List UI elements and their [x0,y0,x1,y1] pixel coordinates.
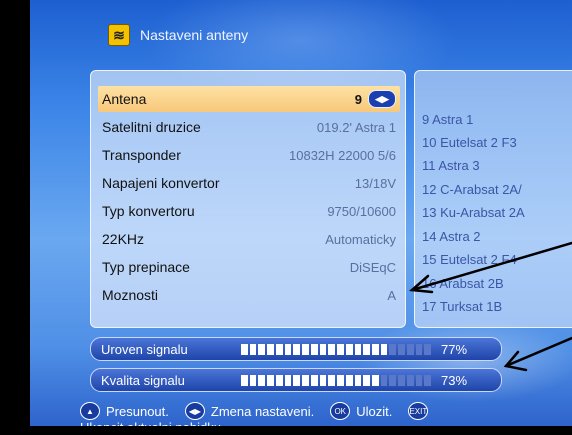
setting-label: Satelitni druzice [102,119,201,135]
satellite-list-item[interactable]: 16 Arabsat 2B [422,276,504,291]
setting-row-22khz[interactable]: 22KHz Automaticky [98,226,400,252]
setting-label: Moznosti [102,287,159,303]
signal-segment [363,343,371,355]
signal-segment [293,374,301,386]
signal-quality-value: 73% [441,372,468,388]
signal-segment [363,374,371,386]
signal-segment [293,343,301,355]
signal-segment [241,374,248,386]
setting-value: 9750/10600 [327,203,396,219]
signal-segment [415,343,423,355]
signal-segment [249,374,257,386]
footer-change-label: Zmena nastaveni. [210,403,315,419]
setting-row-options[interactable]: Moznosti A [98,282,400,308]
satellite-list-item[interactable]: 10 Eutelsat 2 F3 [422,135,517,150]
setting-value: 9 ◀▶ [355,90,400,108]
signal-quality-meter [241,374,432,386]
signal-segment [424,374,432,386]
satellite-list-item[interactable]: 14 Astra 2 [422,229,481,244]
setting-value: 019.2' Astra 1 [316,119,396,135]
signal-segment [389,343,397,355]
signal-quality-label: Kvalita signalu [101,372,185,388]
signal-segment [267,343,274,355]
setting-row-antena[interactable]: Antena 9 ◀▶ [98,86,400,112]
signal-segment [380,374,388,386]
signal-segment [354,343,362,355]
signal-segment [275,374,283,386]
footer-move-label: Presunout. [106,403,169,419]
signal-segment [345,343,353,355]
setting-label: Antena [102,91,147,107]
signal-segment [406,343,414,355]
setting-row-transponder[interactable]: Transponder 10832H 22000 5/6 [98,142,400,168]
signal-segment [337,343,344,355]
signal-segment [398,343,405,355]
signal-segment [389,374,397,386]
setting-label: Napajeni konvertor [102,175,220,191]
satellite-list-item[interactable]: 13 Ku-Arabsat 2A [422,205,525,220]
move-arrows-icon: ▲ [80,402,100,420]
signal-segment [319,374,327,386]
signal-segment [406,374,414,386]
signal-segment [284,343,292,355]
signal-segment [302,343,309,355]
signal-segment [345,374,353,386]
signal-segment [319,343,327,355]
setting-label: Typ prepinace [102,259,190,275]
left-right-icon: ◀▶ [184,402,205,420]
signal-level-meter [241,343,432,355]
screen-bezel [0,0,30,435]
satellite-list-item[interactable]: 11 Astra 3 [422,158,480,173]
setting-row-satellite[interactable]: Satelitni druzice 019.2' Astra 1 [98,114,400,140]
signal-segment [398,374,405,386]
satellite-list-item[interactable]: 9 Astra 1 [422,112,473,127]
signal-level-value: 77% [441,341,468,357]
footer-save-label: Ulozit. [356,403,393,419]
signal-segment [241,343,248,355]
signal-segment [337,374,344,386]
signal-segment [249,343,257,355]
signal-segment [258,343,266,355]
footer-legend: ▲ Presunout. ◀▶ Zmena nastaveni. OK Uloz… [80,400,429,422]
page-header: ≋ Nastaveni anteny [108,22,248,48]
signal-segment [328,374,336,386]
signal-segment [415,374,423,386]
signal-level-label: Uroven signalu [101,341,188,357]
signal-level-bar: Uroven signalu 77% [90,337,502,361]
signal-quality-bar: Kvalita signalu 73% [90,368,502,392]
setting-row-lnb-power[interactable]: Napajeni konvertor 13/18V [98,170,400,196]
signal-segment [258,374,266,386]
signal-segment [354,374,362,386]
signal-segment [302,374,309,386]
antenna-settings-icon: ≋ [108,24,130,46]
left-right-icon: ◀▶ [368,90,396,108]
setting-value: DiSEqC [349,259,396,275]
setting-label: 22KHz [102,231,145,247]
signal-segment [275,343,283,355]
setting-value: A [387,287,396,303]
exit-button-icon: EXIT [408,402,429,420]
setting-value: 13/18V [354,175,396,191]
satellite-list-item[interactable]: 17 Turksat 1B [422,299,502,314]
page-title: Nastaveni anteny [140,27,249,43]
signal-segment [372,374,379,386]
signal-segment [310,343,318,355]
setting-label: Typ konvertoru [102,203,195,219]
signal-segment [284,374,292,386]
signal-segment [310,374,318,386]
setting-value: Automaticky [325,231,396,247]
setting-row-lnb-type[interactable]: Typ konvertoru 9750/10600 [98,198,400,224]
signal-segment [372,343,379,355]
setting-label: Transponder [102,147,181,163]
setting-row-switch-type[interactable]: Typ prepinace DiSEqC [98,254,400,280]
screen-bezel-bottom [0,426,572,435]
setting-value: 10832H 22000 5/6 [289,147,396,163]
signal-segment [380,343,388,355]
signal-segment [267,374,274,386]
satellite-list-item[interactable]: 12 C-Arabsat 2A/ [422,182,522,197]
signal-segment [424,343,432,355]
ok-button-icon: OK [330,402,351,420]
signal-segment [328,343,336,355]
satellite-list-item[interactable]: 15 Eutelsat 2 F4 [422,252,517,267]
